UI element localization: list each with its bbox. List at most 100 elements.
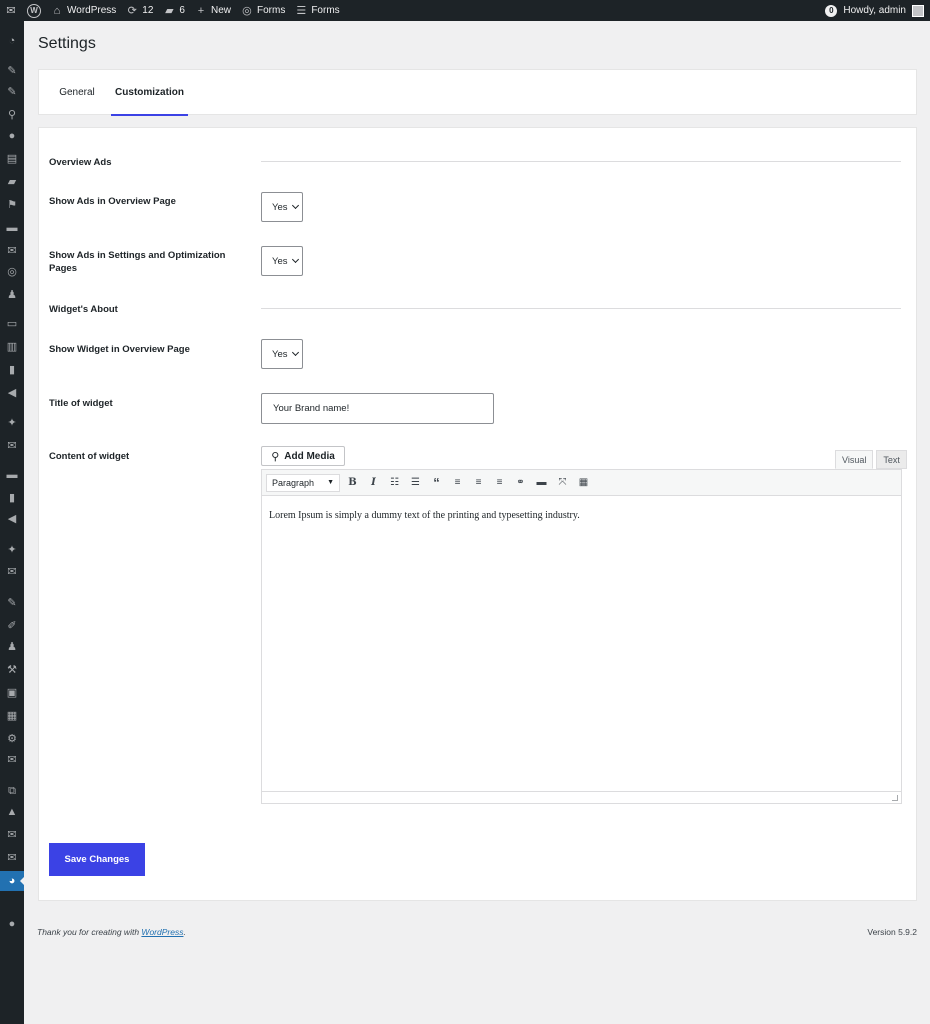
portfolio-icon-2[interactable]: ▬ bbox=[0, 467, 24, 483]
admin-bar-comments[interactable]: ▰ 6 bbox=[158, 0, 190, 21]
bold-button[interactable]: B bbox=[344, 473, 361, 493]
link-button[interactable]: ⚭ bbox=[512, 473, 529, 493]
tab-text[interactable]: Text bbox=[876, 450, 907, 469]
notification-badge[interactable]: 0 bbox=[825, 4, 838, 17]
align-left-button[interactable]: ≡ bbox=[449, 473, 466, 493]
admin-bar-menu-toggle[interactable]: ✉ bbox=[0, 0, 22, 21]
current-plugin-icon[interactable]: ◕ bbox=[0, 871, 24, 891]
admin-bar: ✉ W ⌂ WordPress ⟳ 12 ▰ 6 + New ◎ Forms ☰… bbox=[0, 0, 930, 21]
lock-icon[interactable]: ▲ bbox=[0, 804, 24, 820]
show-ads-settings-select[interactable]: Yes bbox=[261, 246, 303, 276]
feedback-icon[interactable]: ⚑ bbox=[0, 197, 24, 213]
admin-bar-new[interactable]: + New bbox=[190, 0, 236, 21]
admin-bar-forms-2[interactable]: ☰ Forms bbox=[290, 0, 344, 21]
block-icon[interactable]: ▣ bbox=[0, 685, 24, 701]
editor-mode-tabs: Visual Text bbox=[832, 450, 907, 469]
widget-title-input[interactable]: Your Brand name! bbox=[261, 393, 494, 424]
format-select[interactable]: Paragraph ▼ bbox=[266, 473, 340, 492]
table-icon[interactable]: ▦ bbox=[0, 708, 24, 724]
megaphone-icon-2[interactable]: ◀ bbox=[0, 511, 24, 527]
forms-label-1: Forms bbox=[256, 5, 286, 16]
add-media-button[interactable]: ⚲ Add Media bbox=[261, 446, 345, 466]
section-overview-ads: Overview Ads bbox=[49, 157, 112, 168]
archive-icon[interactable]: ▥ bbox=[0, 339, 24, 355]
envelope-icon: ✉ bbox=[6, 4, 16, 17]
wrench-icon[interactable]: ⚒ bbox=[0, 662, 24, 678]
collapse-menu-icon[interactable]: ● bbox=[0, 916, 24, 932]
settings-form: Overview Ads Show Ads in Overview Page Y… bbox=[38, 127, 917, 901]
chevron-down-icon bbox=[291, 348, 299, 357]
resize-handle-icon[interactable] bbox=[892, 795, 898, 801]
pin-icon-2[interactable]: ✎ bbox=[0, 84, 24, 100]
show-ads-overview-label: Show Ads in Overview Page bbox=[49, 196, 176, 207]
show-widget-overview-select[interactable]: Yes bbox=[261, 339, 303, 369]
forms-icon-menu[interactable]: ● bbox=[0, 128, 24, 144]
plugin-icon-2[interactable]: ✦ bbox=[0, 542, 24, 558]
gear-icon[interactable]: ⚙ bbox=[0, 731, 24, 747]
howdy-label[interactable]: Howdy, admin bbox=[843, 5, 906, 16]
plus-icon: + bbox=[197, 4, 205, 17]
chart-icon[interactable]: ▮ bbox=[0, 362, 24, 378]
chart-icon-2[interactable]: ▮ bbox=[0, 490, 24, 506]
format-value: Paragraph bbox=[272, 477, 315, 488]
editor-toolbar: Paragraph ▼ B I ☷ ☰ “ ≡ ≡ ≡ ⚭ ▬ ⤧ ▦ bbox=[261, 469, 902, 496]
forms-label-2: Forms bbox=[311, 5, 340, 16]
section-widgets-about: Widget's About bbox=[49, 304, 118, 315]
editor-content[interactable]: Lorem Ipsum is simply a dummy text of th… bbox=[269, 510, 580, 521]
translate-icon[interactable]: ⧉ bbox=[0, 783, 24, 799]
mail-icon-2[interactable]: ✉ bbox=[0, 438, 24, 454]
mail-icon-3[interactable]: ✉ bbox=[0, 564, 24, 580]
megaphone-icon[interactable]: ◀ bbox=[0, 385, 24, 401]
mail-icon-4[interactable]: ✉ bbox=[0, 827, 24, 843]
align-center-button[interactable]: ≡ bbox=[470, 473, 487, 493]
pin-icon[interactable]: ✎ bbox=[0, 63, 24, 79]
media-icon[interactable]: ⚲ bbox=[0, 107, 24, 123]
tab-customization[interactable]: Customization bbox=[111, 70, 188, 116]
media-icon: ⚲ bbox=[271, 450, 280, 463]
show-ads-overview-select[interactable]: Yes bbox=[261, 192, 303, 222]
woo-icon[interactable]: ▭ bbox=[0, 316, 24, 332]
avatar[interactable] bbox=[912, 4, 924, 17]
portfolio-icon[interactable]: ▬ bbox=[0, 220, 24, 236]
chevron-down-icon bbox=[291, 201, 299, 210]
site-name-label: WordPress bbox=[67, 5, 117, 16]
search-icon[interactable]: ◎ bbox=[0, 264, 24, 280]
footer-version: Version 5.9.2 bbox=[867, 927, 917, 937]
tab-general[interactable]: General bbox=[48, 70, 106, 115]
section-divider bbox=[261, 308, 901, 309]
bullet-list-button[interactable]: ☷ bbox=[386, 473, 403, 493]
users-icon[interactable]: ♟ bbox=[0, 639, 24, 655]
mail-icon-5[interactable]: ✉ bbox=[0, 850, 24, 866]
show-ads-settings-label: Show Ads in Settings and Optimization Pa… bbox=[49, 250, 226, 274]
align-right-button[interactable]: ≡ bbox=[491, 473, 508, 493]
comments-icon[interactable]: ▰ bbox=[0, 174, 24, 190]
mail-icon[interactable]: ✉ bbox=[0, 243, 24, 259]
settings-tabs: General Customization bbox=[38, 69, 917, 116]
widget-title-label: Title of widget bbox=[49, 398, 113, 409]
plugin-icon[interactable]: ✦ bbox=[0, 415, 24, 431]
user-icon[interactable]: ♟ bbox=[0, 287, 24, 303]
numbered-list-button[interactable]: ☰ bbox=[407, 473, 424, 493]
toolbar-toggle-button[interactable]: ▦ bbox=[575, 473, 592, 493]
blockquote-button[interactable]: “ bbox=[428, 473, 445, 493]
brush-icon[interactable]: ✐ bbox=[0, 618, 24, 634]
footer-wordpress-link[interactable]: WordPress bbox=[141, 927, 183, 937]
mail-send-icon[interactable]: ✉ bbox=[0, 752, 24, 768]
updates-icon: ⟳ bbox=[127, 4, 137, 17]
dashboard-icon[interactable]: ◔ bbox=[0, 33, 24, 49]
pushpin-icon[interactable]: ✎ bbox=[0, 595, 24, 611]
admin-bar-forms-1[interactable]: ◎ Forms bbox=[236, 0, 290, 21]
admin-bar-wp-logo[interactable]: W bbox=[22, 0, 46, 21]
read-more-button[interactable]: ▬ bbox=[533, 473, 550, 493]
fullscreen-button[interactable]: ⤧ bbox=[554, 473, 571, 493]
select-value: Yes bbox=[272, 348, 288, 360]
comment-icon: ▰ bbox=[165, 4, 174, 17]
italic-button[interactable]: I bbox=[365, 473, 382, 493]
tab-visual[interactable]: Visual bbox=[835, 450, 874, 469]
pages-icon[interactable]: ▤ bbox=[0, 151, 24, 167]
editor-body[interactable]: Lorem Ipsum is simply a dummy text of th… bbox=[261, 496, 902, 804]
admin-bar-updates[interactable]: ⟳ 12 bbox=[121, 0, 158, 21]
editor-statusbar bbox=[262, 791, 901, 803]
save-button[interactable]: Save Changes bbox=[49, 843, 145, 876]
admin-bar-site-name[interactable]: ⌂ WordPress bbox=[46, 0, 121, 21]
